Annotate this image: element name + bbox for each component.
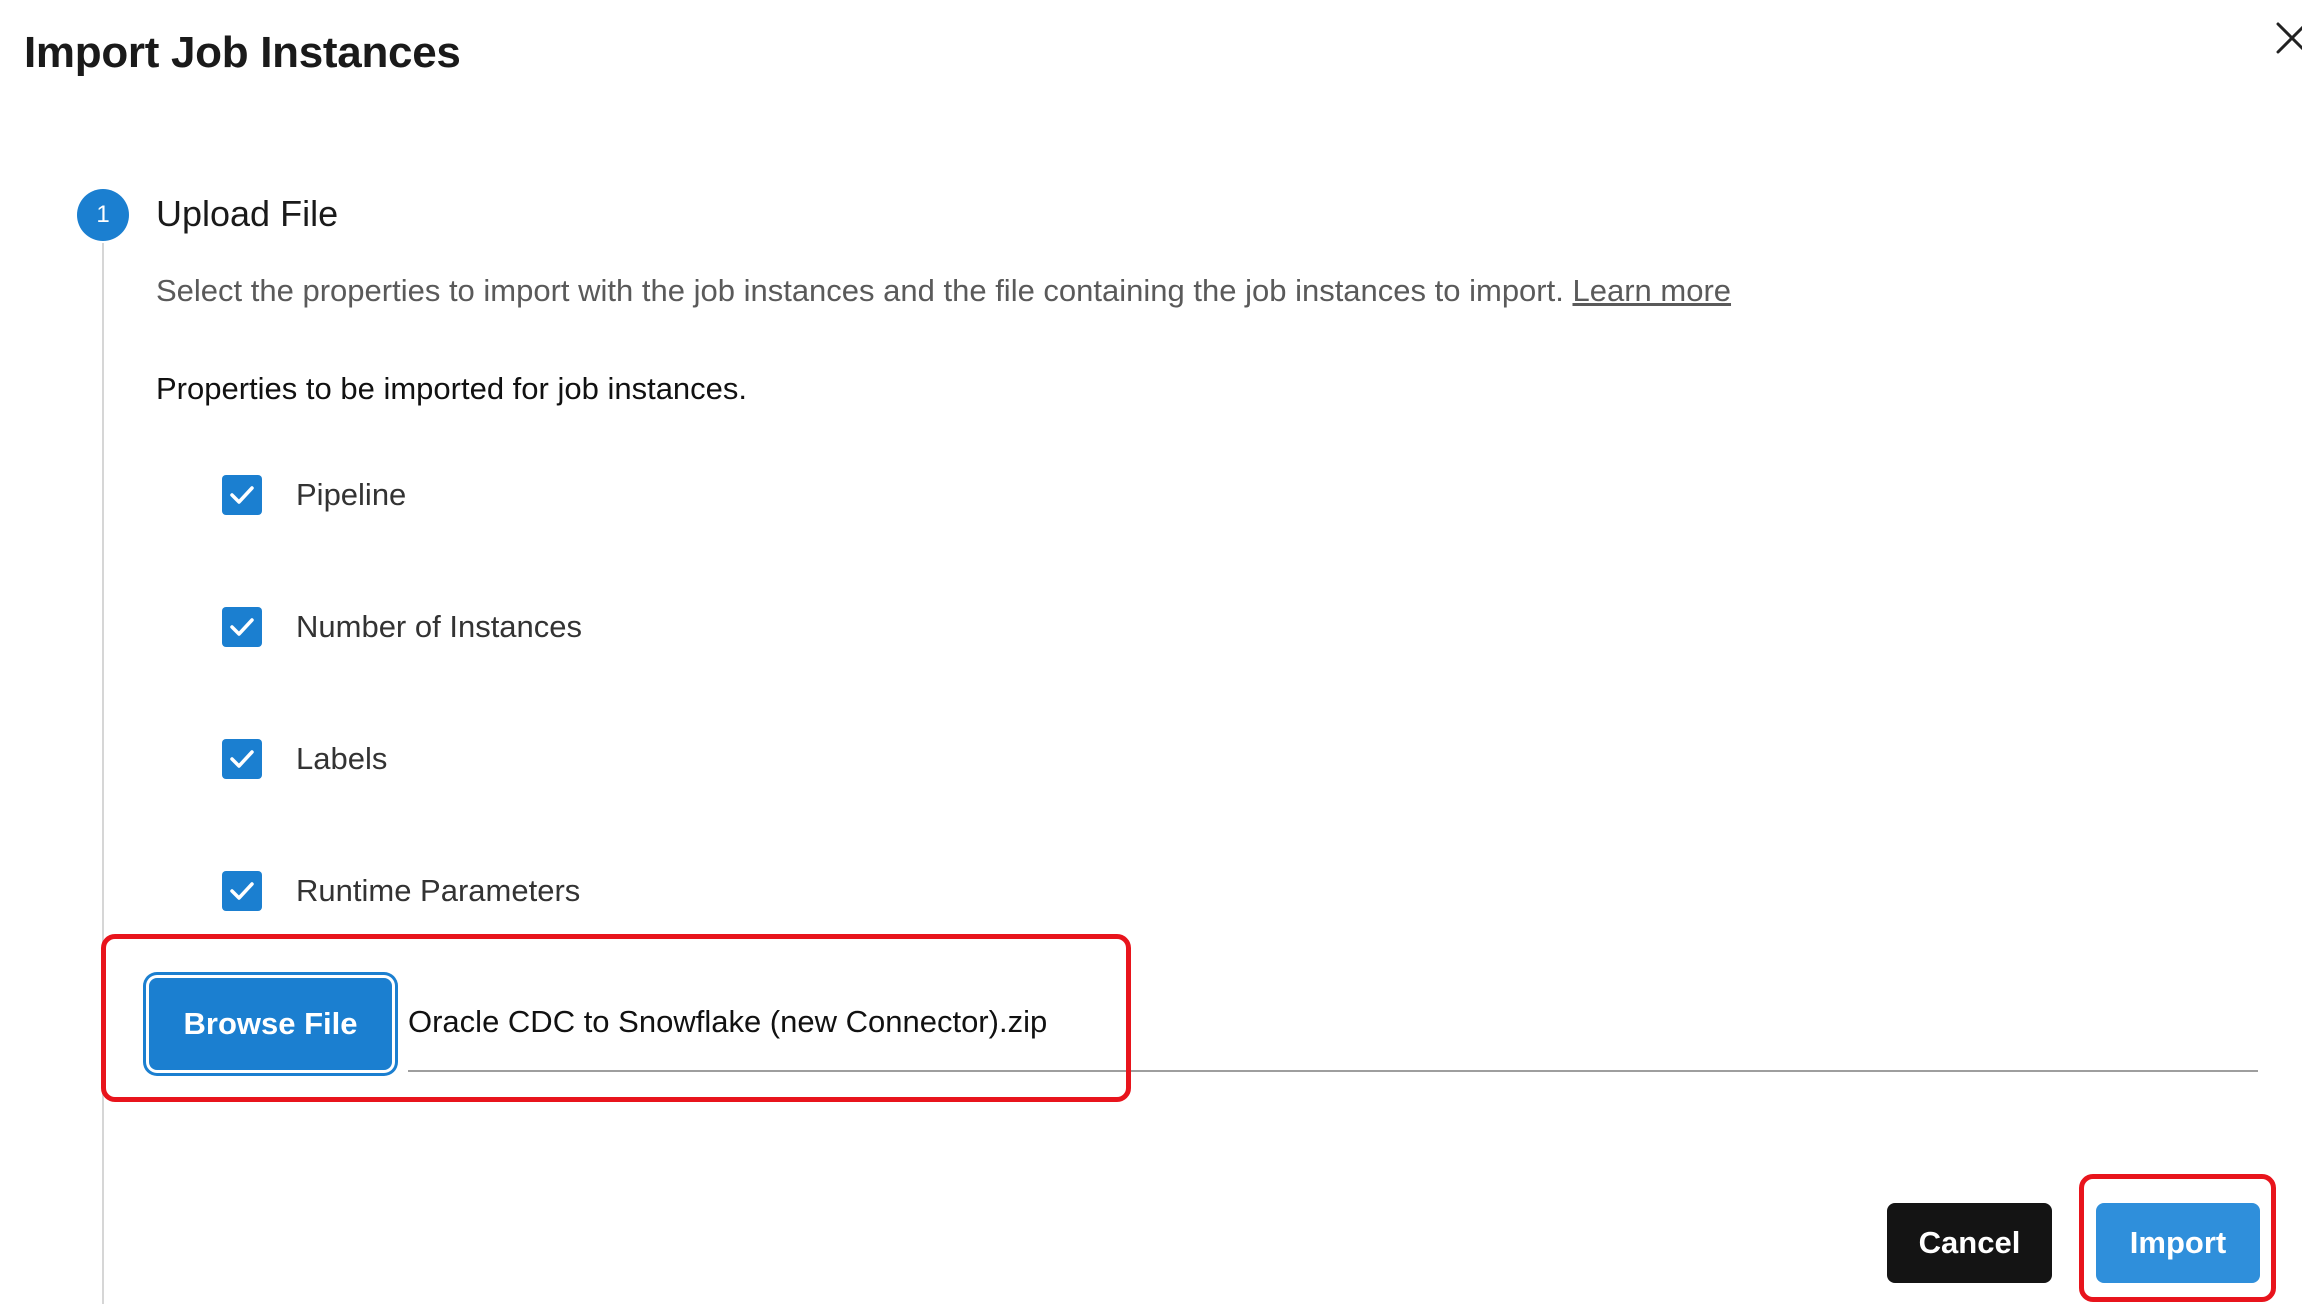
checkmark-icon: [230, 486, 254, 504]
step-number-badge: 1: [77, 189, 129, 241]
properties-heading: Properties to be imported for job instan…: [156, 371, 748, 406]
pipeline-checkbox[interactable]: [222, 475, 262, 515]
runtime-parameters-checkbox[interactable]: [222, 871, 262, 911]
step-description-text: Select the properties to import with the…: [156, 273, 1564, 308]
property-option-pipeline[interactable]: Pipeline: [222, 473, 406, 517]
number-of-instances-label: Number of Instances: [296, 609, 583, 644]
checkmark-icon: [230, 750, 254, 768]
selected-file-name: Oracle CDC to Snowflake (new Connector).…: [408, 1004, 1048, 1039]
learn-more-link[interactable]: Learn more: [1572, 273, 1731, 308]
property-option-number-of-instances[interactable]: Number of Instances: [222, 605, 582, 649]
close-icon[interactable]: [2272, 18, 2302, 58]
property-option-labels[interactable]: Labels: [222, 737, 387, 781]
dialog-title: Import Job Instances: [24, 28, 461, 77]
step-connector-line: [102, 243, 104, 1304]
checkmark-icon: [230, 618, 254, 636]
browse-file-button[interactable]: Browse File: [149, 978, 392, 1070]
property-option-runtime-parameters[interactable]: Runtime Parameters: [222, 869, 580, 913]
step-description: Select the properties to import with the…: [156, 273, 1731, 309]
cancel-button[interactable]: Cancel: [1887, 1203, 2052, 1283]
import-button[interactable]: Import: [2096, 1203, 2260, 1283]
labels-checkbox[interactable]: [222, 739, 262, 779]
file-field-underline: [408, 1070, 2258, 1072]
pipeline-label: Pipeline: [296, 477, 407, 512]
checkmark-icon: [230, 882, 254, 900]
labels-label: Labels: [296, 741, 388, 776]
step-title: Upload File: [156, 193, 339, 234]
number-of-instances-checkbox[interactable]: [222, 607, 262, 647]
runtime-parameters-label: Runtime Parameters: [296, 873, 581, 908]
